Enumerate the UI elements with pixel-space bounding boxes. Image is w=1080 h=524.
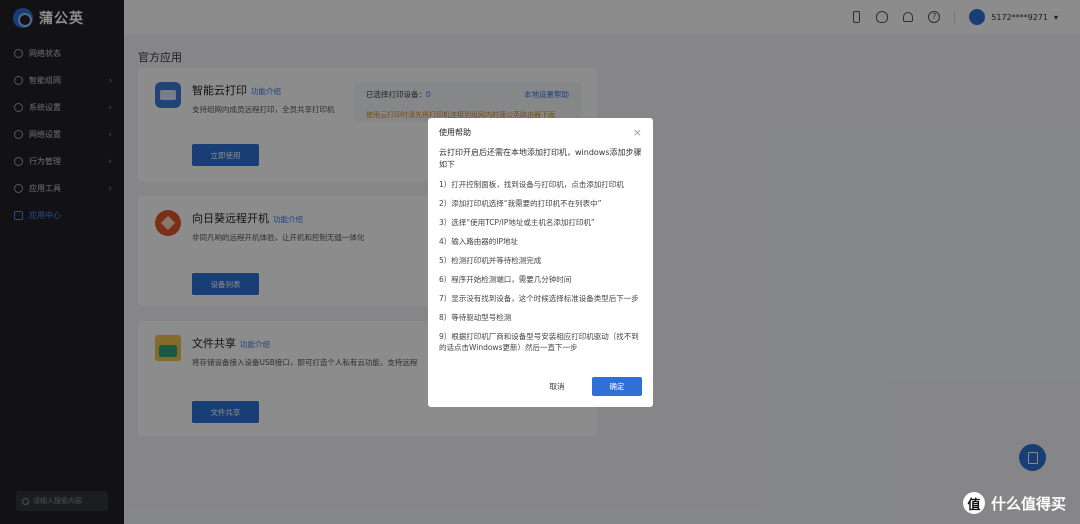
modal-intro: 云打印开启后还需在本地添加打印机，windows添加步骤如下 [439, 148, 642, 169]
help-modal: 使用帮助 × 云打印开启后还需在本地添加打印机，windows添加步骤如下 1）… [428, 118, 653, 407]
modal-steps: 1）打开控制面板，找到设备与打印机，点击添加打印机 2）添加打印机选择“我需要的… [439, 179, 642, 353]
modal-header: 使用帮助 × [439, 118, 642, 146]
list-item: 6）程序开始检测端口，需要几分钟时间 [439, 275, 572, 284]
list-item: 5）检测打印机并等待检测完成 [439, 256, 542, 265]
list-item: 4）输入路由器的IP地址 [439, 237, 519, 246]
watermark: 值 什么值得买 [962, 492, 1066, 514]
list-item: 3）选择“使用TCP/IP地址或主机名添加打印机” [439, 218, 595, 227]
list-item: 9）根据打印机厂商和设备型号安装相应打印机驱动（找不到的话点击Windows更新… [439, 332, 639, 352]
list-item: 1）打开控制面板，找到设备与打印机，点击添加打印机 [439, 180, 624, 189]
close-icon[interactable]: × [633, 126, 642, 139]
modal-footer: 取消 确定 [532, 377, 642, 396]
modal-title: 使用帮助 [439, 127, 471, 137]
list-item: 2）添加打印机选择“我需要的打印机不在列表中” [439, 199, 602, 208]
confirm-button[interactable]: 确定 [592, 377, 642, 396]
cancel-button[interactable]: 取消 [532, 377, 582, 396]
list-item: 8）等待驱动型号检测 [439, 313, 512, 322]
watermark-logo: 值 [962, 492, 985, 514]
watermark-text: 什么值得买 [990, 494, 1066, 513]
list-item: 7）显示没有找到设备，这个时候选择标准设备类型后下一步 [439, 294, 639, 303]
